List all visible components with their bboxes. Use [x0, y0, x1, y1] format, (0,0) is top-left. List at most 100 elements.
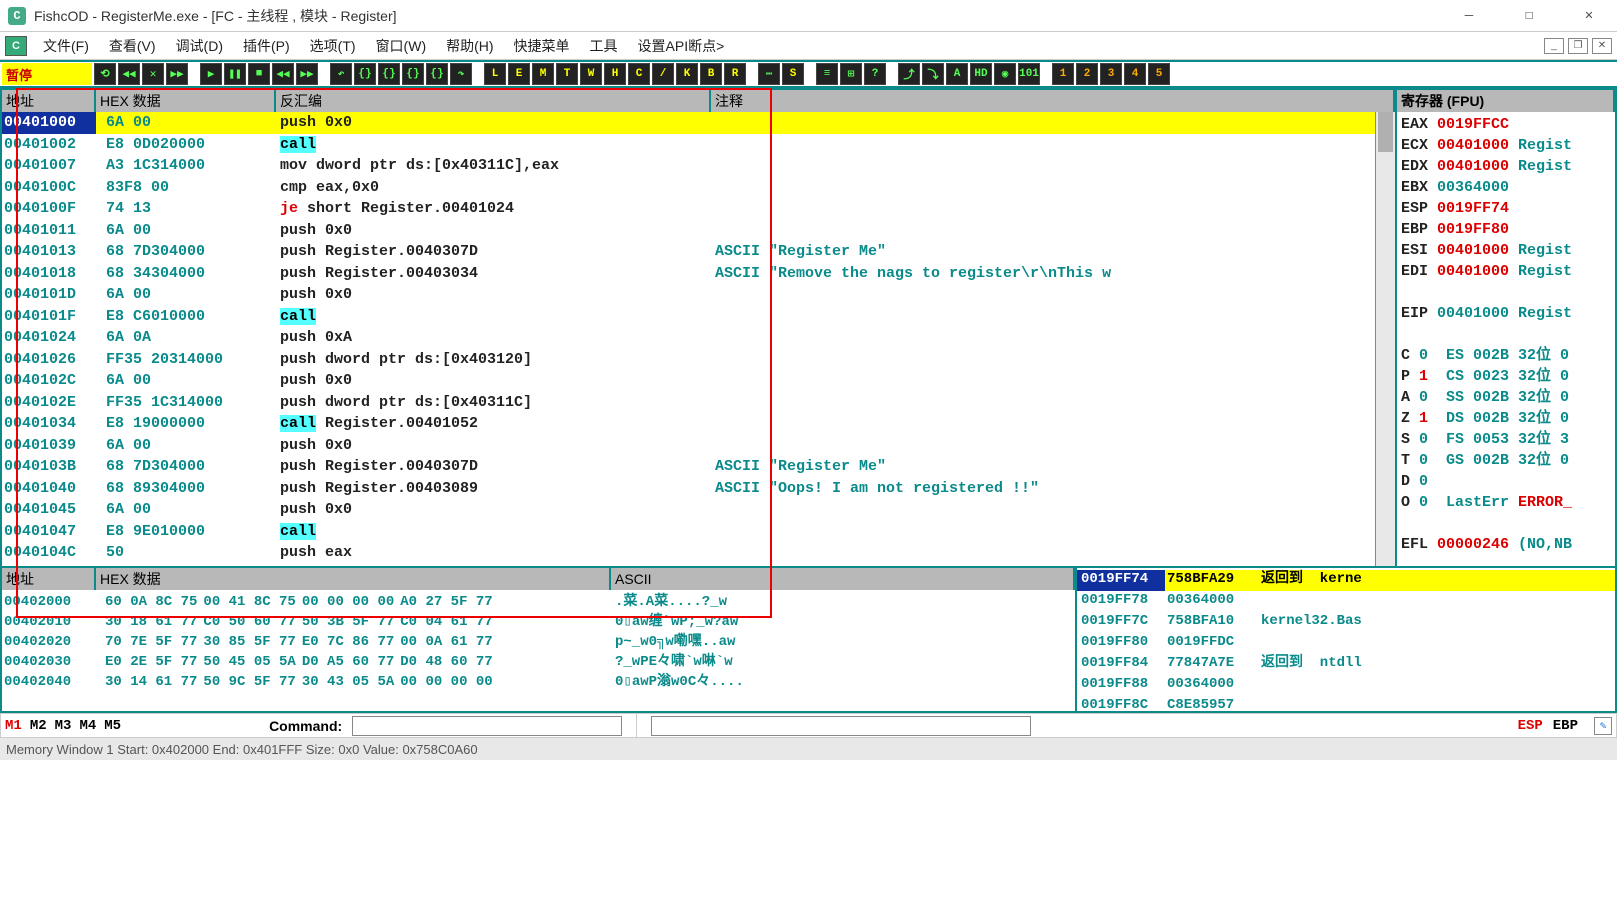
toolbar-button[interactable]: ✕ — [142, 63, 164, 85]
disasm-row[interactable]: 0040101368 7D304000push Register.0040307… — [2, 241, 1395, 263]
toolbar-button[interactable]: ↷ — [450, 63, 472, 85]
disasm-row[interactable]: 00401002E8 0D020000call — [2, 134, 1395, 156]
toolbar-button[interactable]: 3 — [1100, 63, 1122, 85]
disasm-row[interactable]: 004010116A 00push 0x0 — [2, 220, 1395, 242]
toolbar-button[interactable]: {} — [426, 63, 448, 85]
registers-body[interactable]: EAX 0019FFCCECX 00401000 RegistEDX 00401… — [1397, 112, 1615, 566]
toolbar-button[interactable]: ❚❚ — [224, 63, 246, 85]
stack-row[interactable]: 0019FF800019FFDC — [1077, 633, 1615, 654]
register-line[interactable] — [1401, 324, 1611, 345]
register-line[interactable]: ESP 0019FF74 — [1401, 198, 1611, 219]
disasm-body[interactable]: 004010006A 00push 0x000401002E8 0D020000… — [2, 112, 1395, 566]
menu-item[interactable]: 快捷菜单 — [504, 34, 580, 58]
stack-row[interactable]: 0019FF7C758BFA10kernel32.Bas — [1077, 612, 1615, 633]
toolbar-button[interactable]: ⊞ — [840, 63, 862, 85]
toolbar-button[interactable]: R — [724, 63, 746, 85]
toolbar-button[interactable]: ▶▶ — [166, 63, 188, 85]
dump-body[interactable]: 0040200060 0A 8C 7500 41 8C 7500 00 00 0… — [2, 590, 1075, 711]
toolbar-button[interactable]: ◀◀ — [118, 63, 140, 85]
toolbar-button[interactable]: K — [676, 63, 698, 85]
register-line[interactable]: P 1 CS 0023 32位 0 — [1401, 366, 1611, 387]
menu-item[interactable]: 查看(V) — [99, 34, 166, 58]
menu-item[interactable]: 调试(D) — [166, 34, 233, 58]
dump-col-addr[interactable]: 地址 — [2, 568, 96, 590]
toolbar-button[interactable]: ◉ — [994, 63, 1016, 85]
disasm-row[interactable]: 0040102C6A 00push 0x0 — [2, 370, 1395, 392]
disasm-row[interactable]: 0040100C83F8 00cmp eax,0x0 — [2, 177, 1395, 199]
dump-row[interactable]: 00402030E0 2E 5F 7750 45 05 5AD0 A5 60 7… — [2, 652, 1075, 672]
mdi-close-icon[interactable]: ✕ — [1592, 38, 1612, 54]
toolbar-button[interactable]: {} — [402, 63, 424, 85]
disasm-row[interactable]: 0040102EFF35 1C314000push dword ptr ds:[… — [2, 392, 1395, 414]
disasm-row[interactable]: 0040104C50push eax — [2, 542, 1395, 564]
minimize-button[interactable]: — — [1449, 2, 1489, 30]
toolbar-button[interactable]: ▶ — [200, 63, 222, 85]
toolbar-button[interactable]: HD — [970, 63, 992, 85]
toolbar-button[interactable]: H — [604, 63, 626, 85]
memory-tab[interactable]: M1 — [5, 718, 22, 734]
toolbar-button[interactable]: ≡ — [816, 63, 838, 85]
stack-row[interactable]: 0019FF74758BFA29返回到 kerne — [1077, 570, 1615, 591]
disasm-row[interactable]: 0040101FE8 C6010000call — [2, 306, 1395, 328]
toolbar-button[interactable]: A — [946, 63, 968, 85]
register-line[interactable]: ESI 00401000 Regist — [1401, 240, 1611, 261]
stack-row[interactable]: 0019FF7800364000 — [1077, 591, 1615, 612]
toolbar-button[interactable]: ◀◀ — [272, 63, 294, 85]
register-line[interactable]: EBP 0019FF80 — [1401, 219, 1611, 240]
memory-tab[interactable]: M2 — [30, 718, 47, 734]
disasm-row[interactable]: 004010396A 00push 0x0 — [2, 435, 1395, 457]
dump-col-hex[interactable]: HEX 数据 — [96, 568, 611, 590]
col-address[interactable]: 地址 — [2, 90, 96, 112]
register-line[interactable] — [1401, 555, 1611, 566]
toolbar-button[interactable]: 101 — [1018, 63, 1040, 85]
register-line[interactable]: T 0 GS 002B 32位 0 — [1401, 450, 1611, 471]
toolbar-button[interactable]: ▶▶ — [296, 63, 318, 85]
col-comment[interactable]: 注释 — [711, 90, 1395, 112]
toolbar-button[interactable]: B — [700, 63, 722, 85]
menu-item[interactable]: 工具 — [580, 34, 628, 58]
disasm-row[interactable]: 00401026FF35 20314000push dword ptr ds:[… — [2, 349, 1395, 371]
toolbar-button[interactable]: M — [532, 63, 554, 85]
register-line[interactable]: EDX 00401000 Regist — [1401, 156, 1611, 177]
toolbar-button[interactable]: ⤴ — [898, 63, 920, 85]
command-input-2[interactable] — [651, 716, 1031, 736]
toolbar-button[interactable]: ? — [864, 63, 886, 85]
register-line[interactable]: C 0 ES 002B 32位 0 — [1401, 345, 1611, 366]
memory-tab[interactable]: M4 — [79, 718, 96, 734]
toolbar-button[interactable]: ⤵ — [922, 63, 944, 85]
maximize-button[interactable]: ☐ — [1509, 2, 1549, 30]
stack-row[interactable]: 0019FF8800364000 — [1077, 675, 1615, 696]
col-hex[interactable]: HEX 数据 — [96, 90, 276, 112]
stack-panel[interactable]: 0019FF74758BFA29返回到 kerne0019FF780036400… — [1077, 568, 1615, 711]
stack-row[interactable]: 0019FF8477847A7E返回到 ntdll — [1077, 654, 1615, 675]
disasm-scrollbar[interactable] — [1375, 112, 1395, 566]
disasm-row[interactable]: 004010006A 00push 0x0 — [2, 112, 1395, 134]
register-line[interactable] — [1401, 513, 1611, 534]
menu-item[interactable]: 插件(P) — [233, 34, 300, 58]
memory-tab[interactable]: M5 — [104, 718, 121, 734]
toolbar-button[interactable]: S — [782, 63, 804, 85]
registers-header[interactable]: 寄存器 (FPU) — [1397, 90, 1615, 112]
register-line[interactable]: D 0 — [1401, 471, 1611, 492]
register-line[interactable] — [1401, 282, 1611, 303]
disasm-row[interactable]: 00401034E8 19000000call Register.0040105… — [2, 413, 1395, 435]
menu-item[interactable]: 文件(F) — [33, 34, 99, 58]
close-button[interactable]: ✕ — [1569, 2, 1609, 30]
mdi-minimize-icon[interactable]: _ — [1544, 38, 1564, 54]
toolbar-button[interactable]: ↶ — [330, 63, 352, 85]
disasm-row[interactable]: 0040101D6A 00push 0x0 — [2, 284, 1395, 306]
toolbar-button[interactable]: T — [556, 63, 578, 85]
ebp-label[interactable]: EBP — [1553, 718, 1578, 734]
menu-app-icon[interactable]: C — [5, 36, 27, 56]
stack-row[interactable]: 0019FF8CC8E85957 — [1077, 696, 1615, 711]
toolbar-button[interactable]: 1 — [1052, 63, 1074, 85]
col-disasm[interactable]: 反汇编 — [276, 90, 711, 112]
disasm-row[interactable]: 0040100F74 13je short Register.00401024 — [2, 198, 1395, 220]
menu-item[interactable]: 帮助(H) — [436, 34, 503, 58]
toolbar-button[interactable]: C — [628, 63, 650, 85]
register-line[interactable]: S 0 FS 0053 32位 3 — [1401, 429, 1611, 450]
disasm-row[interactable]: 004010456A 00push 0x0 — [2, 499, 1395, 521]
disasm-row[interactable]: 0040103B68 7D304000push Register.0040307… — [2, 456, 1395, 478]
menu-item[interactable]: 设置API断点> — [628, 34, 735, 58]
toolbar-button[interactable]: 5 — [1148, 63, 1170, 85]
